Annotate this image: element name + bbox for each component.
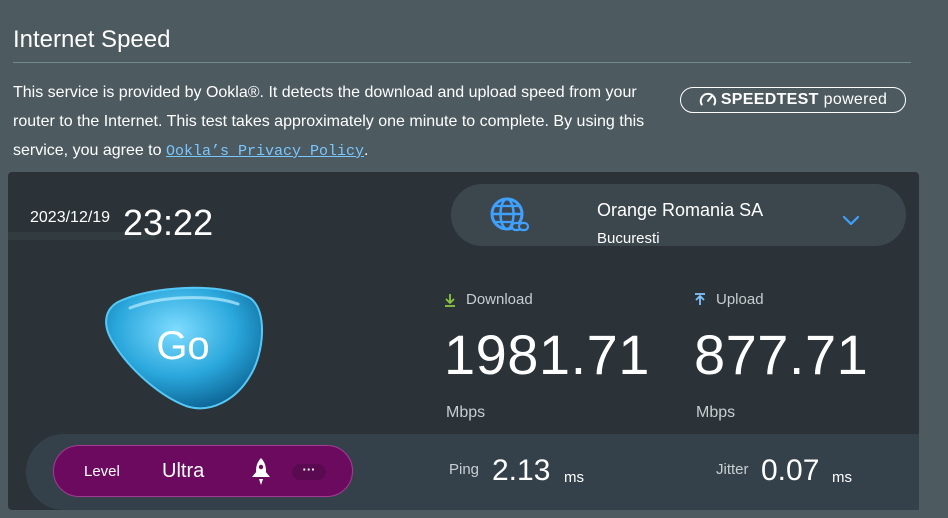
download-label: Download [466, 291, 533, 308]
more-options-button[interactable]: ··· [292, 463, 326, 480]
jitter-unit: ms [832, 469, 852, 486]
speedtest-powered-text: powered [823, 91, 888, 108]
speed-test-panel: 2023/12/19 23:22 Orange Romania SA Bucur… [8, 172, 919, 510]
ping-unit: ms [564, 469, 584, 486]
test-date: 2023/12/19 [30, 209, 111, 226]
server-selector[interactable]: Orange Romania SA Bucuresti [451, 184, 906, 247]
download-label-row: Download [444, 291, 533, 308]
description-end: . [364, 142, 369, 159]
download-unit: Mbps [446, 404, 486, 421]
jitter-label: Jitter [716, 461, 749, 478]
download-value: 1981.71 [444, 323, 650, 386]
service-description: This service is provided by Ookla®. It d… [13, 78, 673, 166]
speedtest-gauge-icon [699, 92, 716, 106]
results-bar: Level Ultra ··· Ping 2.13 ms Jitter 0.07… [26, 434, 919, 510]
rocket-icon [252, 458, 270, 485]
internet-speed-page: Internet Speed This service is provided … [0, 0, 948, 518]
jitter-value: 0.07 [761, 454, 820, 487]
upload-arrow-icon [695, 292, 705, 305]
speedtest-powered-badge: SPEEDTEST powered [680, 87, 906, 113]
ping-label: Ping [449, 461, 480, 478]
globe-icon [490, 197, 530, 232]
page-title: Internet Speed [13, 26, 171, 53]
level-label: Level [84, 463, 120, 480]
level-value: Ultra [162, 460, 205, 482]
speedtest-brand: SPEEDTEST [720, 91, 819, 108]
ping-value: 2.13 [492, 454, 551, 487]
upload-label-row: Upload [694, 291, 764, 308]
server-name: Orange Romania SA [597, 200, 764, 220]
privacy-policy-link[interactable]: Ookla’s Privacy Policy [166, 143, 364, 160]
server-city: Bucuresti [597, 230, 660, 247]
download-arrow-icon [445, 293, 455, 307]
title-divider [13, 62, 911, 63]
level-selector[interactable]: Level Ultra ··· [53, 445, 353, 497]
upload-unit: Mbps [696, 404, 736, 421]
chevron-down-icon[interactable] [841, 214, 861, 228]
go-button[interactable]: Go [100, 284, 266, 412]
test-time: 23:22 [123, 202, 214, 243]
upload-label: Upload [716, 291, 764, 308]
go-label: Go [156, 324, 210, 368]
upload-value: 877.71 [694, 323, 869, 386]
